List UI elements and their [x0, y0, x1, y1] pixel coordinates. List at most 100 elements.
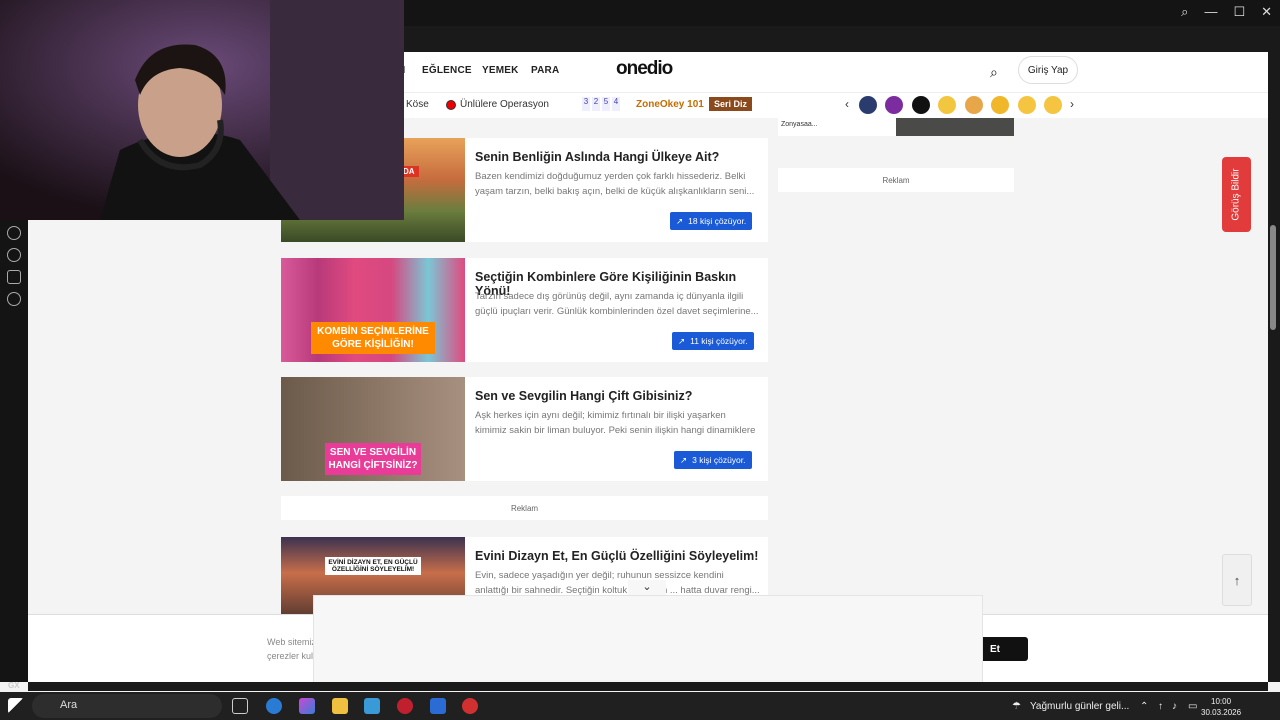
sidebar-image[interactable]: [896, 118, 1014, 136]
sticky-ad-panel[interactable]: [313, 595, 983, 682]
article-card[interactable]: SEN VE SEVGİLİN HANGİ ÇİFTSİNİZ? Sen ve …: [281, 377, 768, 481]
trending-icon: ↗: [678, 335, 686, 346]
thumbnail-overlay-text: EVİNİ DİZAYN ET, EN GÜÇLÜ ÖZELLİĞİNİ SÖY…: [325, 557, 421, 575]
chevron-down-icon: ⌄: [642, 581, 652, 593]
emoji-reaction-icon[interactable]: [885, 96, 903, 114]
emoji-reaction-icon[interactable]: [912, 96, 930, 114]
settings-icon[interactable]: [7, 292, 21, 306]
file-explorer-icon[interactable]: [332, 698, 348, 714]
maximize-button[interactable]: ☐: [1233, 4, 1245, 20]
solving-count-badge[interactable]: ↗ 11 kişi çözüyor.: [672, 332, 754, 350]
cookie-text-line: Web sitemiz: [267, 637, 316, 647]
article-title[interactable]: Evini Dizayn Et, En Güçlü Özelliğini Söy…: [475, 549, 765, 563]
mail-icon[interactable]: [430, 698, 446, 714]
article-card[interactable]: KOMBİN SEÇİMLERİNE GÖRE KİŞİLİĞİN! Seçti…: [281, 258, 768, 362]
feedback-button[interactable]: Görüş Bildir: [1222, 157, 1251, 232]
taskbar-search[interactable]: Ara: [32, 694, 222, 718]
windows-start-icon[interactable]: [8, 698, 24, 714]
copilot-icon[interactable]: [299, 698, 315, 714]
sidebar-item-label: Zonyasaa...: [781, 121, 818, 128]
nav-eglence[interactable]: EĞLENCE: [422, 65, 472, 76]
clock-date: 30.03.2026: [1201, 708, 1242, 717]
chevron-left-icon[interactable]: ‹: [845, 97, 849, 111]
ad-label: Reklam: [281, 496, 768, 520]
solving-count-badge[interactable]: ↗ 3 kişi çözüyor.: [674, 451, 752, 469]
store-icon[interactable]: [364, 698, 380, 714]
scroll-to-top-button[interactable]: ↑: [1222, 554, 1252, 606]
network-icon[interactable]: ▭: [1188, 701, 1197, 712]
thumbnail-overlay-text: KOMBİN SEÇİMLERİNE GÖRE KİŞİLİĞİN!: [311, 322, 435, 354]
search-icon[interactable]: ⌕: [1181, 4, 1188, 20]
scrollbar[interactable]: [1268, 52, 1280, 682]
badge-label: 11 kişi çözüyor.: [690, 336, 748, 346]
tile: 4: [612, 97, 620, 111]
windows-taskbar: Ara ☂ Yağmurlu günler geli... ⌃ ↑ ♪ ▭ 10…: [0, 692, 1280, 720]
arrow-up-icon: ↑: [1233, 572, 1241, 588]
article-thumbnail[interactable]: KOMBİN SEÇİMLERİNE GÖRE KİŞİLİĞİN!: [281, 258, 465, 362]
chevron-right-icon[interactable]: ›: [1070, 97, 1074, 111]
volume-icon[interactable]: ♪: [1172, 701, 1177, 712]
taskbar-search-label: Ara: [60, 699, 78, 711]
cookie-text-line: çerezler kull: [267, 651, 316, 661]
live-dot-icon: [446, 100, 456, 110]
login-button[interactable]: Giriş Yap: [1018, 56, 1078, 84]
search-icon[interactable]: ⌕: [990, 64, 998, 81]
opera-gx-icon[interactable]: [397, 698, 413, 714]
system-clock[interactable]: 10:00 30.03.2026: [1201, 696, 1241, 718]
thumbnail-overlay-text: SEN VE SEVGİLİN HANGİ ÇİFTSİNİZ?: [325, 443, 421, 475]
article-title[interactable]: Sen ve Sevgilin Hangi Çift Gibisiniz?: [475, 389, 765, 403]
nav-para[interactable]: PARA: [531, 65, 559, 76]
trending-icon: ↗: [680, 454, 688, 465]
seri-diz-badge[interactable]: Seri Diz: [709, 97, 753, 111]
sidebar-item[interactable]: Zonyasaa...: [778, 118, 896, 136]
zoneokey-link[interactable]: ZoneOkey 101: [636, 99, 704, 110]
article-description: Tarzın sadece dış görünüş değil, aynı za…: [475, 291, 759, 317]
scrollbar-thumb[interactable]: [1270, 225, 1276, 330]
site-logo[interactable]: onedio: [616, 58, 673, 80]
player-icon[interactable]: [7, 226, 21, 240]
tile: 5: [602, 97, 610, 111]
article-description: Aşk herkes için aynı değil; kimimiz fırt…: [475, 410, 756, 436]
subnav-unlulere-operasyon[interactable]: Ünlülere Operasyon: [460, 99, 549, 110]
horizontal-scrollbar[interactable]: [28, 682, 1268, 691]
solving-count-badge[interactable]: ↗ 18 kişi çözüyor.: [670, 212, 753, 230]
emoji-reaction-icon[interactable]: [1018, 96, 1036, 114]
webcam-overlay: [0, 0, 404, 220]
cookie-text: Web sitemiz çerezler kull: [267, 635, 316, 663]
history-icon[interactable]: [7, 248, 21, 262]
emoji-reaction-icon[interactable]: [991, 96, 1009, 114]
nav-yemek[interactable]: YEMEK: [482, 65, 519, 76]
article-title[interactable]: Senin Benliğin Aslında Hangi Ülkeye Ait?: [475, 150, 765, 164]
feedback-label: Görüş Bildir: [1231, 168, 1242, 221]
clock-time: 10:00: [1211, 697, 1232, 706]
article-thumbnail[interactable]: SEN VE SEVGİLİN HANGİ ÇİFTSİNİZ?: [281, 377, 465, 481]
extensions-icon[interactable]: [7, 270, 21, 284]
subnav-kose[interactable]: Köse: [406, 99, 429, 110]
microphone-icon[interactable]: ↑: [1158, 701, 1163, 712]
zone-number-tiles: 3 2 5 4: [582, 97, 620, 111]
webcam-person-image: [0, 0, 404, 220]
weather-icon[interactable]: ☂: [1012, 701, 1021, 712]
article-description: Evin, sadece yaşadığın yer değil; ruhunu…: [475, 570, 760, 596]
badge-label: 18 kişi çözüyor.: [688, 216, 747, 226]
sidebar-ad-label: Reklam: [778, 168, 1014, 192]
task-view-icon[interactable]: [232, 698, 248, 714]
gx-label[interactable]: GX: [8, 681, 20, 690]
minimize-button[interactable]: —: [1204, 4, 1217, 20]
trending-icon: ↗: [676, 215, 684, 226]
window-controls: ⌕ — ☐ ✕: [1181, 4, 1272, 20]
article-description: Bazen kendimizi doğduğumuz yerden çok fa…: [475, 171, 755, 197]
badge-label: 3 kişi çözüyor.: [692, 455, 746, 465]
tray-overflow-icon[interactable]: ⌃: [1140, 701, 1148, 712]
weather-text[interactable]: Yağmurlu günler geli...: [1030, 701, 1129, 712]
emoji-reaction-icon[interactable]: [938, 96, 956, 114]
emoji-reaction-icon[interactable]: [965, 96, 983, 114]
tile: 3: [582, 97, 590, 111]
close-button[interactable]: ✕: [1261, 4, 1272, 20]
app-icon[interactable]: [462, 698, 478, 714]
tile: 2: [592, 97, 600, 111]
emoji-reaction-icon[interactable]: [1044, 96, 1062, 114]
edge-icon[interactable]: [266, 698, 282, 714]
ad-collapse-toggle[interactable]: ⌄: [628, 580, 666, 596]
emoji-reaction-icon[interactable]: [859, 96, 877, 114]
